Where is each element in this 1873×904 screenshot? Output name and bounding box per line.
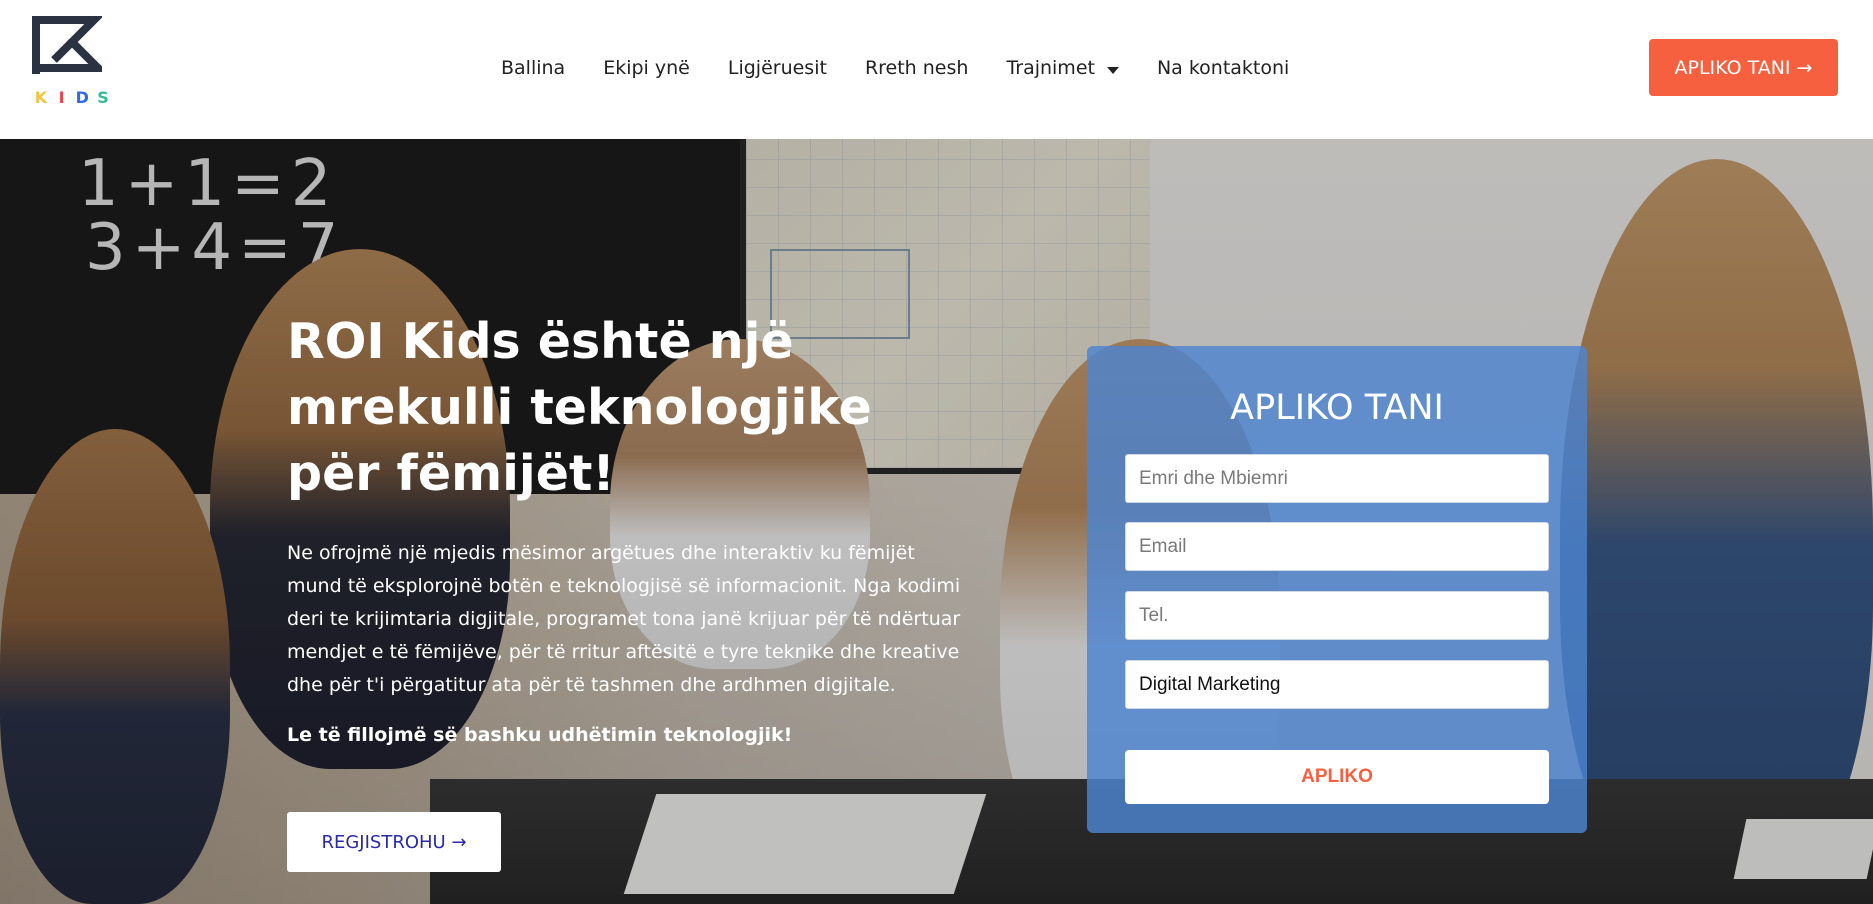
logo-letter-i: I [58, 88, 65, 107]
logo-letter-k: K [34, 88, 48, 107]
chevron-down-icon [1106, 66, 1119, 74]
nav-item-ballina[interactable]: Ballina [501, 57, 565, 79]
nav-item-kontakt[interactable]: Na kontaktoni [1157, 57, 1289, 79]
nav-item-trajnimet-label: Trajnimet [1006, 57, 1095, 79]
email-input[interactable] [1125, 522, 1549, 571]
site-header: K I D S Ballina Ekipi ynë Ligjëruesit Rr… [0, 0, 1873, 139]
hero-section: 1+1=2 3+4=7 ROI Kids është një mrekulli … [0, 139, 1873, 904]
course-select-value: Digital Marketing [1139, 673, 1281, 695]
course-select[interactable]: Digital Marketing [1125, 660, 1549, 709]
nav-item-ligjeruesit[interactable]: Ligjëruesit [728, 57, 827, 79]
logo-letter-d: D [75, 88, 89, 107]
hero-cta-text: Le të fillojmë së bashku udhëtimin tekno… [287, 724, 793, 746]
apply-form: APLIKO TANI Digital Marketing APLIKO [1087, 346, 1587, 833]
hero-description: Ne ofrojmë një mjedis mësimor argëtues d… [287, 542, 961, 696]
logo-word: K I D S [34, 88, 110, 107]
name-input[interactable] [1125, 454, 1549, 503]
logo-letter-s: S [97, 88, 109, 107]
logo[interactable]: K I D S [32, 16, 110, 112]
apply-now-button[interactable]: APLIKO TANI → [1649, 39, 1838, 96]
phone-input[interactable] [1125, 591, 1549, 640]
form-title: APLIKO TANI [1230, 388, 1444, 428]
nav-item-rreth-nesh[interactable]: Rreth nesh [865, 57, 969, 79]
submit-button[interactable]: APLIKO [1125, 750, 1549, 804]
hero-title: ROI Kids është një mrekulli teknologjike… [287, 313, 872, 502]
logo-mark-icon [32, 16, 108, 74]
register-button[interactable]: REGJISTROHU → [287, 812, 501, 872]
hero-text: ROI Kids është një mrekulli teknologjike… [287, 309, 967, 746]
main-nav: Ballina Ekipi ynë Ligjëruesit Rreth nesh… [501, 56, 1289, 80]
nav-item-ekipi[interactable]: Ekipi ynë [603, 57, 690, 79]
nav-item-trajnimet[interactable]: Trajnimet [1006, 57, 1119, 79]
